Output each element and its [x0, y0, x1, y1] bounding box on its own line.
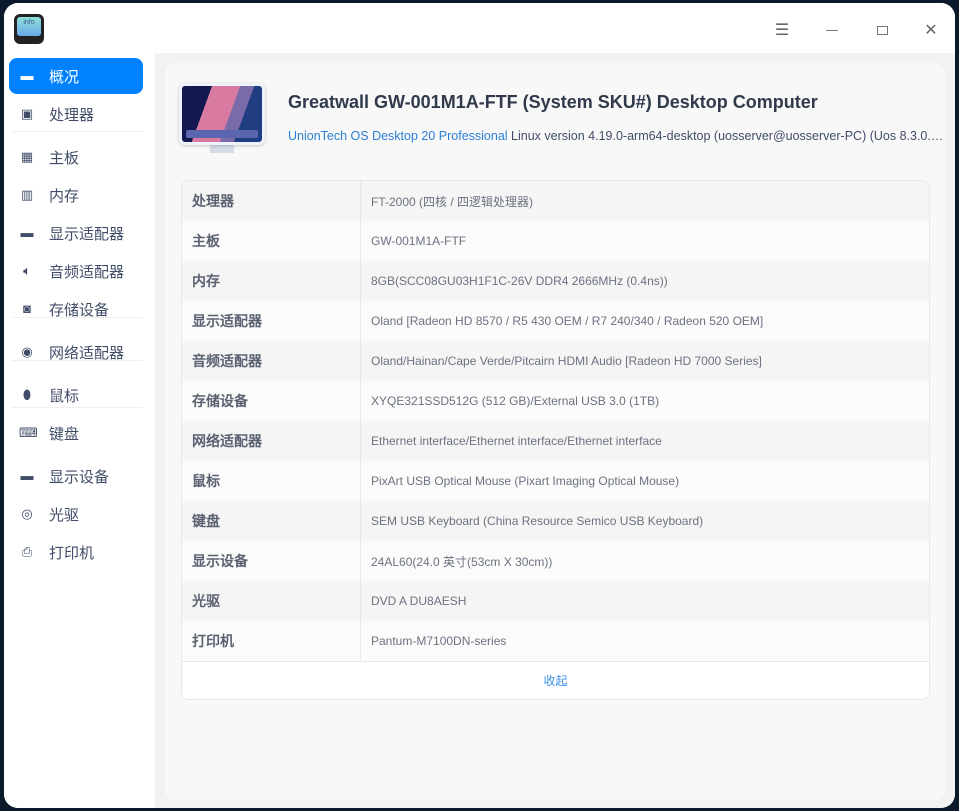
- row-value: Pantum-M7100DN-series: [371, 634, 507, 648]
- printer-icon: ⎙: [21, 544, 33, 559]
- sidebar-item-label: 音频适配器: [49, 263, 125, 281]
- table-row: 主板 GW-001M1A-FTF: [182, 221, 929, 261]
- table-row: 打印机 Pantum-M7100DN-series: [182, 621, 929, 661]
- sidebar-item-keyboard[interactable]: ⌨ 键盘: [9, 415, 143, 451]
- sidebar-item-label: 显示适配器: [49, 225, 125, 243]
- sidebar-item-label: 处理器: [49, 106, 95, 124]
- overview-card: Greatwall GW-001M1A-FTF (System SKU#) De…: [165, 63, 948, 800]
- overview-table: 处理器 FT-2000 (四核 / 四逻辑处理器) 主板 GW-001M1A-FTF 内…: [181, 180, 930, 700]
- memory-icon: ▥: [20, 187, 34, 202]
- table-row: 网络适配器 Ethernet interface/Ethernet interfa…: [182, 421, 929, 461]
- sidebar-item-label: 网络适配器: [49, 344, 125, 362]
- sidebar-item-label: 概况: [49, 68, 80, 86]
- disc-icon: ◎: [21, 506, 33, 521]
- computer-icon: ▬: [20, 68, 34, 83]
- row-label: 处理器: [182, 181, 361, 221]
- sidebar-item-label: 显示设备: [49, 468, 110, 486]
- sidebar-item-label: 键盘: [49, 425, 80, 443]
- keyboard-icon: ⌨: [19, 425, 38, 440]
- sidebar-item-disc[interactable]: ◎ 光驱: [9, 496, 143, 532]
- row-label: 键盘: [182, 501, 361, 541]
- collapse-button[interactable]: 收起: [182, 661, 929, 699]
- sidebar-item-computer[interactable]: ▬ 概况: [9, 58, 143, 94]
- row-label: 主板: [182, 221, 361, 261]
- sidebar-item-printer[interactable]: ⎙ 打印机: [9, 534, 143, 570]
- table-row: 显示设备 24AL60(24.0 英寸(53cm X 30cm)): [182, 541, 929, 581]
- row-label: 存储设备: [182, 381, 361, 421]
- table-row: 鼠标 PixArt USB Optical Mouse (Pixart Imagi…: [182, 461, 929, 501]
- row-value: SEM USB Keyboard (China Resource Semico …: [371, 514, 704, 528]
- sidebar-item-speaker[interactable]: 🔈︎ 音频适配器: [9, 253, 143, 289]
- row-value: Oland/Hainan/Cape Verde/Pitcairn HDMI Au…: [371, 354, 762, 368]
- motherboard-icon: ▦: [20, 149, 34, 164]
- row-label: 打印机: [182, 621, 361, 661]
- sidebar-item-label: 存储设备: [49, 301, 110, 319]
- table-row: 存储设备 XYQE321SSD512G (512 GB)/External USB…: [182, 381, 929, 421]
- sidebar-item-cpu[interactable]: ▣ 处理器: [9, 96, 143, 132]
- row-value: GW-001M1A-FTF: [371, 234, 467, 248]
- sidebar-item-label: 光驱: [49, 506, 80, 524]
- close-icon: ✕: [924, 22, 938, 39]
- row-value: 24AL60(24.0 英寸(53cm X 30cm)): [371, 554, 553, 569]
- computer-illustration: [179, 83, 265, 157]
- kernel-info: Linux version 4.19.0-arm64-desktop (uoss…: [507, 129, 948, 143]
- table-row: 处理器 FT-2000 (四核 / 四逻辑处理器): [182, 181, 929, 221]
- maximize-icon: [876, 25, 888, 35]
- computer-title: Greatwall GW-001M1A-FTF (System SKU#) De…: [288, 92, 818, 112]
- row-label: 显示设备: [182, 541, 361, 581]
- row-value: PixArt USB Optical Mouse (Pixart Imaging…: [371, 474, 680, 488]
- sidebar-item-label: 主板: [49, 149, 80, 167]
- monitor-icon: ▬: [20, 468, 34, 483]
- storage-icon: ◙: [23, 301, 31, 316]
- speaker-icon: 🔈︎: [23, 263, 31, 278]
- sidebar-item-label: 内存: [49, 187, 80, 205]
- table-row: 内存 8GB(SCC08GU03H1F1C-26V DDR4 2666MHz (0…: [182, 261, 929, 301]
- mouse-icon: ⬮: [22, 387, 32, 402]
- os-link[interactable]: UnionTech OS Desktop 20 Professional: [288, 129, 508, 143]
- row-label: 内存: [182, 261, 361, 301]
- cpu-icon: ▣: [20, 106, 34, 121]
- network-icon: ◉: [21, 344, 33, 359]
- app-icon: info: [14, 14, 44, 44]
- row-value: Ethernet interface/Ethernet interface/Et…: [371, 434, 662, 448]
- close-button[interactable]: ✕: [916, 15, 946, 45]
- table-row: 光驱 DVD A DU8AESH: [182, 581, 929, 621]
- row-label: 网络适配器: [182, 421, 361, 461]
- table-row: 显示适配器 Oland [Radeon HD 8570 / R5 430 OEM …: [182, 301, 929, 341]
- titlebar: info ☰ ✕: [4, 3, 955, 53]
- menu-icon: ☰: [774, 22, 790, 39]
- table-row: 音频适配器 Oland/Hainan/Cape Verde/Pitcairn HD…: [182, 341, 929, 381]
- maximize-button[interactable]: [867, 15, 897, 45]
- menu-button[interactable]: ☰: [767, 15, 797, 45]
- sidebar: ▬ 概况 ▣ 处理器 ▦ 主板 ▥ 内存 ▬ 显示适配器 🔈︎ 音频适配器 ◙ 存储设备 ◉ 网络适配器 ⬮ 鼠标…: [4, 53, 155, 808]
- sidebar-item-network[interactable]: ◉ 网络适配器: [9, 334, 143, 370]
- minimize-button[interactable]: [817, 15, 847, 45]
- row-value: FT-2000 (四核 / 四逻辑处理器): [371, 194, 534, 209]
- row-label: 鼠标: [182, 461, 361, 501]
- sidebar-item-memory[interactable]: ▥ 内存: [9, 177, 143, 213]
- sidebar-item-label: 鼠标: [49, 387, 80, 405]
- main-content: Greatwall GW-001M1A-FTF (System SKU#) De…: [155, 53, 955, 808]
- sidebar-item-monitor[interactable]: ▬ 显示设备: [9, 458, 143, 494]
- row-value: DVD A DU8AESH: [371, 594, 467, 608]
- row-value: 8GB(SCC08GU03H1F1C-26V DDR4 2666MHz (0.4…: [371, 274, 668, 288]
- row-value: XYQE321SSD512G (512 GB)/External USB 3.0…: [371, 394, 660, 408]
- row-label: 光驱: [182, 581, 361, 621]
- gpu-icon: ▬: [20, 225, 34, 240]
- row-label: 显示适配器: [182, 301, 361, 341]
- table-row: 键盘 SEM USB Keyboard (China Resource Semic…: [182, 501, 929, 541]
- row-label: 音频适配器: [182, 341, 361, 381]
- sidebar-item-storage[interactable]: ◙ 存储设备: [9, 291, 143, 327]
- sidebar-item-gpu[interactable]: ▬ 显示适配器: [9, 215, 143, 251]
- sidebar-item-label: 打印机: [49, 544, 95, 562]
- sidebar-item-mouse[interactable]: ⬮ 鼠标: [9, 377, 143, 413]
- row-value: Oland [Radeon HD 8570 / R5 430 OEM / R7 …: [371, 314, 764, 328]
- minimize-icon: [826, 29, 838, 31]
- sidebar-item-motherboard[interactable]: ▦ 主板: [9, 139, 143, 175]
- device-manager-window: info ☰ ✕ ▬ 概况 ▣ 处理器 ▦ 主板 ▥ 内存 ▬ 显示适配器 🔈︎ 音频适配器 ◙ 存储设备…: [4, 3, 955, 808]
- os-info: UnionTech OS Desktop 20 Professional Lin…: [288, 129, 948, 143]
